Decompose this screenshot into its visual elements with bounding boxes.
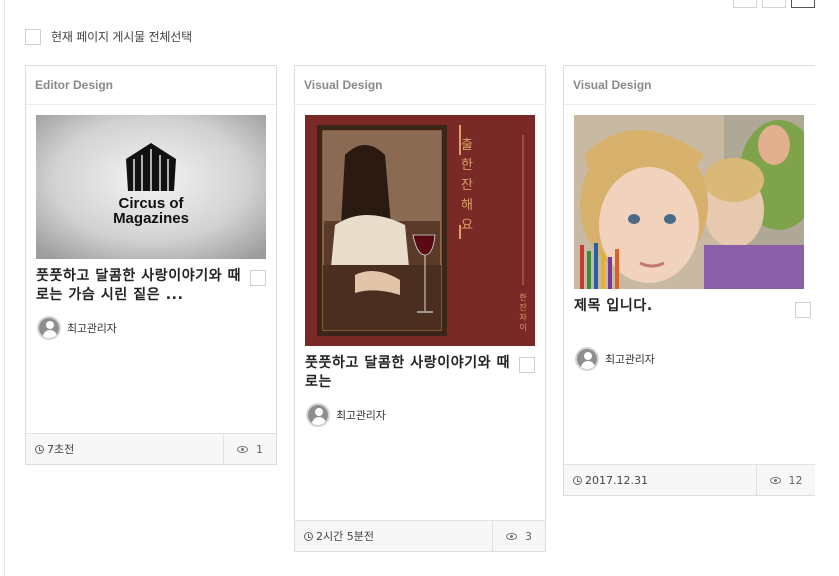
date-text: 2시간 5분전 — [316, 530, 374, 543]
svg-text:한: 한 — [519, 293, 527, 302]
clock-icon — [304, 531, 313, 541]
card-select-checkbox[interactable] — [795, 302, 811, 318]
svg-text:이: 이 — [519, 322, 526, 332]
svg-text:해: 해 — [461, 198, 473, 213]
gallery-card: Visual Design 제목 입니다. 최고관리자 2017.12.31 1… — [563, 65, 815, 496]
clock-icon — [573, 475, 582, 485]
author-info: 최고관리자 — [306, 403, 386, 427]
svg-text:잔: 잔 — [519, 302, 527, 312]
svg-text:자: 자 — [519, 313, 527, 322]
gallery-card: Visual Design 출 한 잔 해 요 한 잔 자 이 풋풋하고 달콤한… — [294, 65, 546, 552]
card-views: 3 — [493, 521, 545, 551]
author-info: 최고관리자 — [575, 347, 655, 371]
card-category: Visual Design — [564, 66, 815, 105]
thumbnail-image[interactable]: Circus of Magazines — [36, 115, 266, 259]
card-title-area: 제목 입니다. — [574, 297, 811, 318]
view-toggle-button-1[interactable] — [733, 0, 757, 8]
author-info: 최고관리자 — [37, 316, 117, 340]
select-all-label[interactable]: 현재 페이지 게시물 전체선택 — [51, 28, 192, 45]
gallery-card: Editor Design Circus of Magazines 풋풋하고 달… — [25, 65, 277, 465]
card-title[interactable]: 풋풋하고 달콤한 사랑이야기와 때로는 가슴 시린 짙은 ... — [36, 267, 268, 305]
card-select-checkbox[interactable] — [250, 270, 266, 286]
thumbnail-image[interactable]: 출 한 잔 해 요 한 잔 자 이 — [305, 115, 535, 346]
avatar-icon — [306, 403, 330, 427]
card-title[interactable]: 제목 입니다. — [574, 297, 807, 317]
card-title-area: 풋풋하고 달콤한 사랑이야기와 때로는 가슴 시린 짙은 ... — [36, 267, 268, 305]
view-toggle-button-2[interactable] — [762, 0, 786, 8]
views-count: 12 — [788, 473, 803, 487]
card-footer: 2017.12.31 12 — [564, 464, 815, 495]
card-date: 2시간 5분전 — [295, 521, 493, 551]
svg-text:잔: 잔 — [461, 178, 473, 193]
author-name[interactable]: 최고관리자 — [67, 320, 117, 336]
view-toggle-group — [733, 0, 815, 8]
card-category: Editor Design — [26, 66, 276, 105]
eye-icon — [237, 445, 248, 453]
views-count: 1 — [256, 442, 263, 456]
category-label[interactable]: Visual Design — [573, 78, 651, 92]
card-footer: 2시간 5분전 3 — [295, 520, 545, 551]
card-category: Visual Design — [295, 66, 545, 105]
children-photo-image — [574, 115, 804, 289]
book-cover-image: 출 한 잔 해 요 한 잔 자 이 — [305, 115, 535, 346]
avatar-icon — [37, 316, 61, 340]
category-label[interactable]: Visual Design — [304, 78, 382, 92]
svg-text:출: 출 — [461, 138, 473, 153]
card-views: 12 — [757, 465, 815, 495]
avatar-icon — [575, 347, 599, 371]
card-date: 2017.12.31 — [564, 465, 757, 495]
card-views: 1 — [224, 434, 276, 464]
eye-icon — [769, 476, 781, 484]
select-all-row: 현재 페이지 게시물 전체선택 — [25, 28, 192, 45]
magazine-logo-image: Circus of Magazines — [36, 115, 266, 259]
svg-text:Magazines: Magazines — [113, 210, 189, 227]
svg-text:요: 요 — [461, 218, 473, 233]
view-toggle-button-3[interactable] — [791, 0, 815, 8]
select-all-checkbox[interactable] — [25, 28, 41, 45]
card-footer: 7초전 1 — [26, 433, 276, 464]
date-text: 2017.12.31 — [585, 473, 648, 487]
author-name[interactable]: 최고관리자 — [336, 407, 386, 423]
author-name[interactable]: 최고관리자 — [605, 351, 655, 367]
card-date: 7초전 — [26, 434, 224, 464]
date-text: 7초전 — [47, 443, 75, 456]
card-title[interactable]: 풋풋하고 달콤한 사랑이야기와 때로는 — [305, 354, 537, 392]
svg-text:한: 한 — [461, 158, 473, 173]
clock-icon — [35, 444, 44, 454]
eye-icon — [506, 532, 517, 540]
card-select-checkbox[interactable] — [519, 357, 535, 373]
thumbnail-image[interactable] — [574, 115, 804, 289]
views-count: 3 — [525, 529, 532, 543]
category-label[interactable]: Editor Design — [35, 78, 113, 92]
card-title-area: 풋풋하고 달콤한 사랑이야기와 때로는 — [305, 354, 537, 392]
